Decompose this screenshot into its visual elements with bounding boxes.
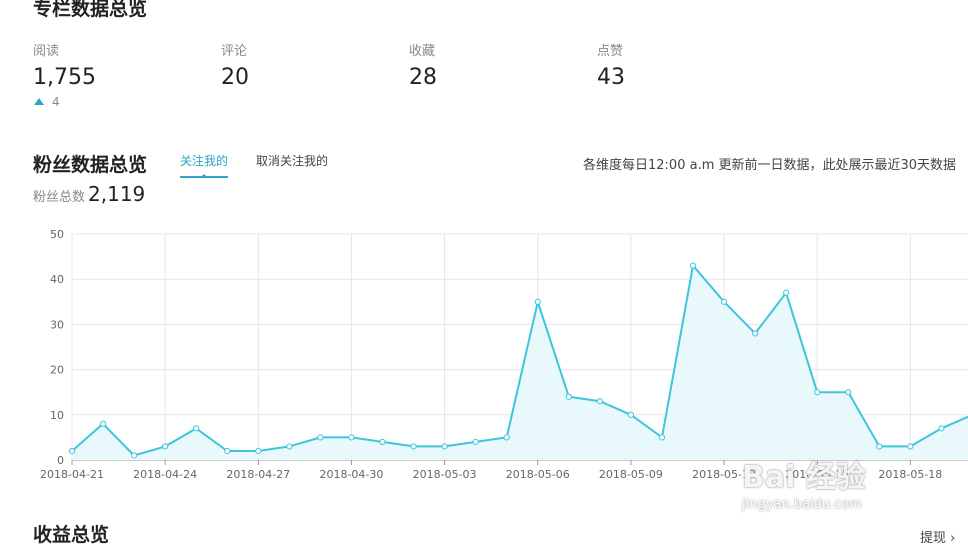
x-tick-label: 2018-04-27: [226, 468, 290, 481]
data-point: [596, 398, 603, 405]
y-tick-label: 20: [50, 364, 64, 377]
series-area: [72, 265, 968, 460]
data-point: [658, 434, 666, 441]
fans-total-label: 粉丝总数: [33, 190, 86, 205]
data-point: [876, 443, 883, 450]
fans-title: 粉丝数据总览: [33, 154, 148, 176]
overview-title: 专栏数据总览: [33, 0, 148, 20]
data-point: [193, 425, 200, 432]
data-point: [783, 289, 790, 296]
watermark-url: jingyan.baidu.com: [742, 497, 862, 512]
y-tick-label: 50: [50, 228, 64, 241]
x-tick-label: 2018-04-21: [40, 468, 104, 481]
stat-value: 1,755: [33, 65, 96, 90]
stat-value: 20: [221, 65, 249, 90]
data-point: [224, 447, 231, 455]
update-note: 各维度每日12:00 a.m 更新前一日数据，此处展示最近30天数据: [583, 158, 957, 173]
stat-value: 43: [597, 65, 625, 90]
stat-favorites: 收藏 28: [409, 40, 437, 90]
stat-label: 阅读: [33, 44, 60, 59]
stat-likes: 点赞 43: [597, 40, 625, 90]
stat-label: 点赞: [597, 44, 624, 59]
x-tick-label: 2018-05-09: [599, 468, 663, 481]
data-point: [131, 452, 138, 459]
income-title: 收益总览: [33, 524, 110, 546]
data-point: [845, 389, 852, 396]
withdraw-link[interactable]: 提现 ›: [920, 527, 955, 546]
reads-delta: 4: [34, 95, 60, 109]
fans-total-value: 2,119: [88, 182, 146, 206]
data-point: [938, 425, 945, 432]
up-triangle-icon: [34, 98, 44, 105]
data-point: [565, 393, 572, 400]
tab-followers[interactable]: 关注我的: [180, 152, 229, 178]
data-point: [317, 434, 324, 441]
tab-unfollowers[interactable]: 取消关注我的: [256, 152, 328, 169]
x-tick-label: 2018-05-18: [878, 468, 942, 481]
data-point: [68, 447, 76, 455]
y-tick-label: 0: [57, 454, 64, 467]
data-point: [907, 443, 914, 450]
stat-value: 28: [409, 65, 437, 90]
data-point: [410, 443, 417, 450]
x-tick-label: 2018-05-03: [413, 468, 477, 481]
data-point: [379, 438, 386, 446]
data-point: [99, 420, 107, 427]
fans-line-chart: 0 10 20 30 40 50 2018-04-21 2018-04-24 2018-04-2…: [40, 228, 968, 481]
x-tick-label: 2018-04-24: [133, 468, 197, 481]
data-point: [255, 447, 262, 455]
data-point: [720, 298, 728, 305]
stat-label: 收藏: [409, 44, 436, 59]
stat-label: 评论: [221, 44, 248, 59]
data-point: [814, 389, 821, 396]
data-point: [472, 438, 479, 446]
y-tick-label: 10: [50, 409, 64, 422]
data-point: [441, 443, 448, 450]
data-point: [627, 411, 635, 418]
data-point: [162, 443, 169, 450]
fans-total: 粉丝总数 2,119: [33, 182, 145, 206]
data-point: [689, 262, 697, 269]
data-point: [503, 434, 510, 441]
reads-delta-value: 4: [52, 95, 60, 109]
x-tick-label: 2018-04-30: [319, 468, 383, 481]
stat-comments: 评论 20: [221, 40, 249, 90]
y-tick-label: 40: [50, 273, 64, 286]
data-point: [348, 434, 355, 441]
x-tick-label: 2018-05-06: [506, 468, 570, 481]
watermark-logo: Bai 经验: [742, 460, 866, 495]
stat-reads: 阅读 1,755: [33, 40, 96, 90]
data-point: [286, 443, 293, 450]
y-tick-label: 30: [50, 318, 64, 331]
data-point: [752, 330, 759, 337]
data-point: [534, 298, 541, 305]
